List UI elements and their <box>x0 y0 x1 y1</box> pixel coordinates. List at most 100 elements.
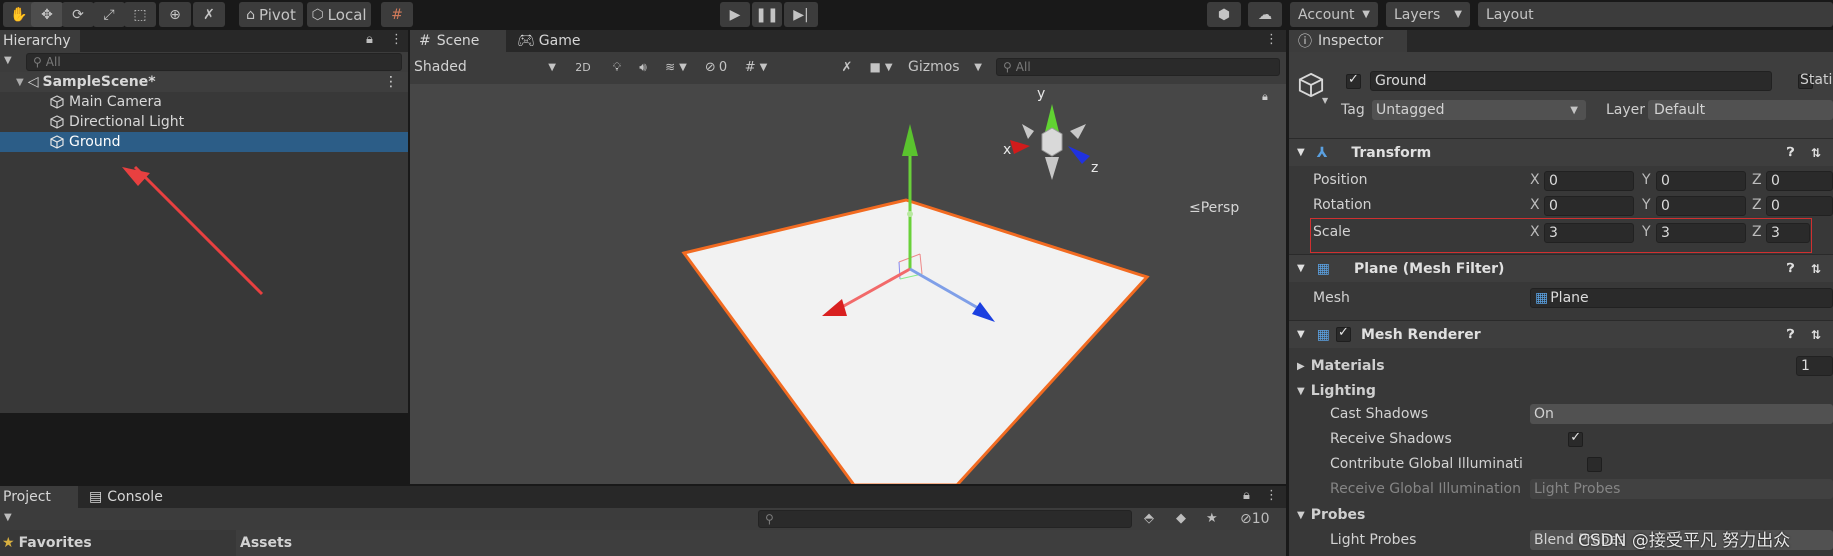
step-button[interactable]: ▶| <box>784 2 818 27</box>
y-arrow-icon[interactable] <box>902 124 918 156</box>
rotation-z-field[interactable]: 0 <box>1766 196 1833 216</box>
position-label: Position <box>1313 172 1368 188</box>
tag-dropdown[interactable]: Untagged ▼ <box>1372 100 1586 120</box>
settings-sliders-icon[interactable]: ⇅ <box>1811 146 1821 160</box>
play-button[interactable]: ▶ <box>720 2 750 27</box>
layer-dropdown[interactable]: Default <box>1648 100 1833 120</box>
type-filter-icon[interactable]: ⬘ <box>1144 511 1154 526</box>
search-icon: ⚲ <box>765 512 774 526</box>
axis-x-label: X <box>1530 172 1540 188</box>
local-toggle[interactable]: ⬡ Local <box>307 2 371 27</box>
grid-snap-button[interactable]: # <box>381 2 413 27</box>
create-dropdown[interactable]: ▼ <box>4 512 12 523</box>
tab-console[interactable]: ▤ Console <box>86 486 176 508</box>
scene-visibility-toggle[interactable]: ⊘ 0 <box>697 56 735 78</box>
position-y-field[interactable]: 0 <box>1656 171 1746 191</box>
draw-mode-dropdown[interactable]: Shaded ▼ <box>414 56 562 78</box>
probes-foldout[interactable]: ▼ Probes <box>1289 503 1833 527</box>
materials-foldout[interactable]: ▶ Materials <box>1289 354 1833 378</box>
foldout-arrow-icon[interactable]: ▼ <box>1297 329 1305 340</box>
mesh-object-field[interactable]: ▦ Plane <box>1530 288 1833 308</box>
foldout-arrow-icon[interactable]: ▼ <box>1297 263 1305 274</box>
tab-inspector[interactable]: ⓘ Inspector <box>1289 30 1407 52</box>
tab-project[interactable]: Project <box>0 486 78 508</box>
hidden-packages-toggle[interactable]: ⊘10 <box>1240 511 1270 527</box>
gizmos-dropdown[interactable]: Gizmos ▼ <box>902 56 988 78</box>
lighting-foldout[interactable]: ▼ Lighting <box>1289 379 1833 403</box>
favorite-star-icon[interactable]: ★ <box>1206 511 1218 526</box>
rotation-x-field[interactable]: 0 <box>1544 196 1634 216</box>
scale-z-field[interactable]: 3 <box>1766 223 1810 243</box>
label-filter-icon[interactable]: ◆ <box>1176 511 1186 526</box>
speaker-icon: 🔊︎ <box>639 59 647 74</box>
lighting-toggle[interactable]: 💡︎ <box>605 56 629 78</box>
scene-search-input[interactable]: ⚲ All <box>996 58 1280 76</box>
foldout-arrow-icon[interactable]: ▶ <box>1297 361 1305 372</box>
collab-button[interactable]: ⬢ <box>1207 2 1241 27</box>
help-icon[interactable]: ❓︎ <box>1787 261 1794 276</box>
camera-dropdown[interactable]: ■ ▼ <box>862 56 900 78</box>
audio-toggle[interactable]: 🔊︎ <box>631 56 655 78</box>
pivot-toggle[interactable]: ⌂ Pivot <box>239 2 303 27</box>
pause-button[interactable]: ❚❚ <box>752 2 782 27</box>
scale-icon: ⤢ <box>103 6 115 23</box>
persp-toggle[interactable]: ≤Persp <box>1189 200 1239 216</box>
settings-sliders-icon[interactable]: ⇅ <box>1811 328 1821 342</box>
layers-dropdown[interactable]: Layers ▼ <box>1386 2 1470 27</box>
orientation-gizmo[interactable] <box>1010 104 1090 180</box>
play-icon: ▶ <box>729 6 741 23</box>
position-z-field[interactable]: 0 <box>1766 171 1833 191</box>
foldout-arrow-icon[interactable]: ▼ <box>1297 147 1305 158</box>
scale-y-field[interactable]: 3 <box>1656 223 1746 243</box>
help-icon[interactable]: ❓︎ <box>1787 145 1794 160</box>
layout-dropdown[interactable]: Layout <box>1478 2 1833 27</box>
move-tool-button[interactable]: ✥ <box>31 2 63 27</box>
scale-tool-button[interactable]: ⤢ <box>93 2 125 27</box>
more-menu-icon[interactable]: ⋮ <box>1265 488 1278 503</box>
active-checkbox[interactable] <box>1346 72 1361 89</box>
2d-toggle[interactable]: 2D <box>570 56 596 78</box>
rect-tool-button[interactable]: ⬚ <box>124 2 156 27</box>
materials-count-field[interactable]: 1 <box>1796 356 1833 376</box>
position-x-field[interactable]: 0 <box>1544 171 1634 191</box>
object-name-field[interactable]: Ground <box>1370 71 1772 91</box>
help-icon[interactable]: ❓︎ <box>1787 327 1794 342</box>
cloud-icon: ☁ <box>1258 6 1272 23</box>
mesh-filter-header[interactable]: ▼ ▦ Plane (Mesh Filter) ❓︎ ⇅ <box>1289 254 1833 282</box>
icon-dropdown[interactable]: ▼ <box>1322 96 1328 105</box>
settings-sliders-icon[interactable]: ⇅ <box>1811 262 1821 276</box>
bulb-icon: 💡︎ <box>612 59 622 74</box>
info-icon: ⓘ <box>1298 34 1312 50</box>
mesh-renderer-header[interactable]: ▼ ▦ Mesh Renderer ❓︎ ⇅ <box>1289 320 1833 348</box>
star-icon: ★ <box>2 535 15 551</box>
foldout-arrow-icon[interactable]: ▼ <box>1297 386 1305 397</box>
lock-icon[interactable]: 🔒︎ <box>1262 90 1268 104</box>
transform-header[interactable]: ▼ ⅄ Transform ❓︎ ⇅ <box>1289 138 1833 166</box>
lock-icon[interactable]: 🔒︎ <box>1243 488 1250 503</box>
project-search-input[interactable]: ⚲ <box>758 510 1132 528</box>
favorites-header[interactable]: ★ Favorites <box>0 530 234 556</box>
effects-dropdown[interactable]: ≋ ▼ <box>657 56 695 78</box>
receive-shadows-checkbox[interactable] <box>1568 430 1584 447</box>
custom-tool-button[interactable]: ✗ <box>193 2 225 27</box>
cloud-button[interactable]: ☁ <box>1248 2 1282 27</box>
contribute-gi-checkbox[interactable] <box>1587 457 1603 472</box>
cast-shadows-dropdown[interactable]: On <box>1530 404 1833 424</box>
tab-game[interactable]: 🎮︎ Game <box>514 30 594 52</box>
rotation-y-field[interactable]: 0 <box>1656 196 1746 216</box>
tab-scene[interactable]: # Scene <box>410 30 506 52</box>
grid-dropdown[interactable]: # ▼ <box>737 56 775 78</box>
rotate-icon: ⟳ <box>72 6 84 23</box>
rotate-tool-button[interactable]: ⟳ <box>62 2 94 27</box>
foldout-arrow-icon[interactable]: ▼ <box>1297 510 1305 521</box>
transform-tool-button[interactable]: ⊕ <box>159 2 191 27</box>
assets-breadcrumb[interactable]: Assets <box>236 530 1286 556</box>
account-dropdown[interactable]: Account ▼ <box>1290 2 1378 27</box>
tools-toggle[interactable]: ✗ <box>835 56 859 78</box>
transform-icon: ⊕ <box>169 6 181 23</box>
more-menu-icon[interactable]: ⋮ <box>1265 32 1278 47</box>
scene-viewport[interactable]: y x z 🔒︎ ≤Persp <box>410 84 1286 484</box>
chevron-down-icon: ▼ <box>548 61 556 73</box>
scale-x-field[interactable]: 3 <box>1544 223 1634 243</box>
mesh-renderer-enabled-checkbox[interactable] <box>1335 325 1351 342</box>
